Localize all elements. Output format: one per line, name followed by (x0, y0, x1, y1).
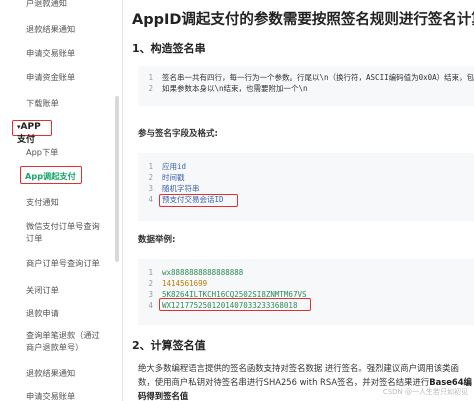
line-number: 2 (148, 84, 153, 93)
sidebar-item-query-by-merchant-id[interactable]: 商户订单号查询订单 (26, 257, 106, 269)
sidebar-item-query-by-wx-id[interactable]: 微信支付订单号查询订单 (26, 220, 106, 244)
sidebar-item-trade-bill-2[interactable]: 申请交易账单 (26, 390, 75, 401)
code-text: wx8888888888888888 (162, 268, 244, 277)
sidebar-scrollbar[interactable] (115, 96, 119, 262)
line-number: 4 (148, 301, 153, 310)
code-line: 1 签名串一共有四行，每一行为一个参数。行尾以\n（换行符，ASCII编码值为0… (138, 72, 474, 83)
params-heading: 参与签名字段及格式: (138, 129, 218, 139)
sidebar: 户退款通知 退款结果通知 申请交易账单 申请资金账单 下载账单 ▾APP支付 A… (0, 0, 123, 401)
line-number: 1 (148, 268, 153, 277)
code-text: 时间戳 (162, 173, 185, 182)
line-number: 2 (148, 173, 153, 182)
sidebar-item-query-single-refund[interactable]: 查询单笔退款（通过商户退款单号） (26, 329, 106, 353)
sidebar-item-refund-result[interactable]: 退款结果通知 (26, 23, 75, 35)
code-text: 签名串一共有四行，每一行为一个参数。行尾以\n（换行符，ASCII编码值为0x0… (162, 73, 474, 82)
sidebar-item-trade-bill[interactable]: 申请交易账单 (26, 47, 75, 59)
sidebar-item-app-order[interactable]: App下单 (26, 146, 58, 158)
code-line: 3 随机字符串 (138, 183, 474, 194)
line-number: 4 (148, 195, 153, 204)
sidebar-item-pay-notify[interactable]: 支付通知 (26, 196, 59, 208)
code-text: 随机字符串 (162, 184, 200, 193)
page-title: AppID调起支付的参数需要按照签名规则进行签名计算 (132, 12, 474, 28)
line-number: 3 (148, 290, 153, 299)
sidebar-item-refund-notify-top[interactable]: 户退款通知 (26, 0, 67, 9)
line-number: 3 (148, 184, 153, 193)
sidebar-section-app-pay[interactable]: ▾APP支付 (12, 120, 52, 145)
code-block-example: 1 wx8888888888888888 2 1414561699 3 5K82… (138, 259, 474, 325)
line-number: 1 (148, 73, 153, 82)
sidebar-item-refund-apply[interactable]: 退款申请 (26, 307, 59, 319)
code-block-params: 1 应用id 2 时间戳 3 随机字符串 4 预支付交易会话ID (138, 153, 474, 221)
sidebar-item-close-order[interactable]: 关闭订单 (26, 284, 59, 296)
code-text: 1414561699 (162, 279, 208, 288)
section-heading-build-string: 1、构造签名串 (132, 42, 206, 55)
code-block-rules: 1 签名串一共有四行，每一行为一个参数。行尾以\n（换行符，ASCII编码值为0… (138, 66, 474, 106)
line-number: 2 (148, 279, 153, 288)
code-line: 1 应用id (138, 161, 474, 172)
paragraph-text: 绝大多数编程语言提供的签名函数支持对签名数据 进行签名。强烈建议商户调用该类函数… (138, 363, 459, 387)
code-text: 应用id (162, 162, 187, 171)
code-text: 如果参数本身以\n结束，也需要附加一个\n (162, 84, 308, 93)
highlight-example-prepay-id (159, 298, 311, 311)
sidebar-item-refund-result-2[interactable]: 退款结果通知 (26, 367, 75, 379)
code-line: 2 1414561699 (138, 278, 474, 289)
line-number: 1 (148, 162, 153, 171)
example-heading: 数据举例: (138, 235, 176, 245)
sidebar-item-app-invoke-pay[interactable]: App调起支付 (20, 166, 82, 184)
sidebar-item-download-bill[interactable]: 下载账单 (26, 97, 59, 109)
highlight-prepay-id (159, 194, 238, 207)
code-line: 2 如果参数本身以\n结束，也需要附加一个\n (138, 83, 474, 94)
main-content: AppID调起支付的参数需要按照签名规则进行签名计算 1、构造签名串 1 签名串… (128, 0, 474, 401)
sidebar-item-fund-bill[interactable]: 申请资金账单 (26, 71, 75, 83)
section-heading-compute-signature: 2、计算签名值 (132, 339, 206, 352)
code-line: 1 wx8888888888888888 (138, 267, 474, 278)
sidebar-section-label: APP支付 (17, 122, 41, 145)
watermark: CSDN @一人生若只如初见 (382, 388, 468, 396)
code-line: 2 时间戳 (138, 172, 474, 183)
